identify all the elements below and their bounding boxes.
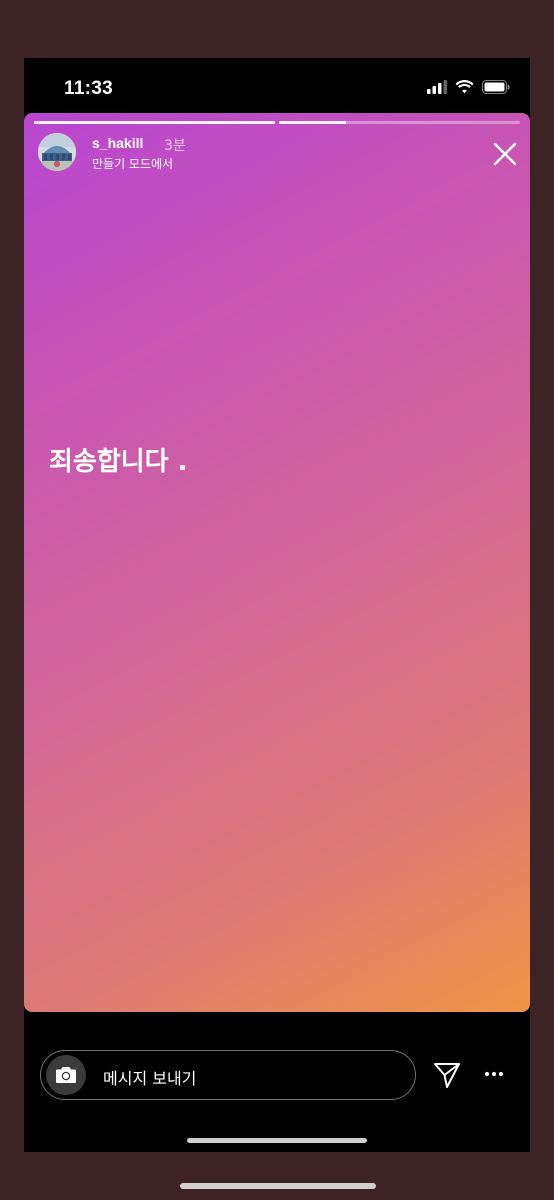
camera-icon [56, 1067, 76, 1083]
progress-segment [279, 121, 520, 124]
close-button[interactable] [490, 139, 520, 169]
outer-home-indicator [180, 1183, 376, 1189]
post-time: 3분 [164, 138, 186, 154]
reply-bar: 메시지 보내기 [24, 1048, 530, 1104]
more-button[interactable] [482, 1062, 506, 1086]
story-text: 죄송합니다 . [49, 447, 188, 477]
phone-screen: 11:33 s_hakill 3분 만들기 모드에서 죄송합니다 . 메시지 보… [24, 58, 530, 1152]
message-placeholder: 메시지 보내기 [103, 1069, 197, 1088]
story-card[interactable]: s_hakill 3분 만들기 모드에서 죄송합니다 . [24, 113, 530, 1012]
cellular-signal-icon [427, 80, 447, 94]
progress-segment [34, 121, 275, 124]
username[interactable]: s_hakill [92, 135, 143, 151]
status-icons [427, 80, 510, 94]
avatar[interactable] [38, 133, 76, 171]
story-subtitle: 만들기 모드에서 [92, 157, 174, 171]
close-icon [493, 142, 517, 166]
status-time: 11:33 [64, 78, 114, 99]
more-icon [484, 1071, 504, 1077]
progress-fill [279, 121, 347, 124]
home-indicator[interactable] [187, 1138, 367, 1143]
progress-fill [34, 121, 275, 124]
message-input[interactable]: 메시지 보내기 [40, 1050, 416, 1100]
wifi-icon [455, 80, 474, 94]
story-progress [34, 121, 520, 124]
send-icon [434, 1063, 460, 1088]
send-button[interactable] [432, 1060, 462, 1090]
camera-button[interactable] [46, 1055, 86, 1095]
status-bar: 11:33 [24, 58, 530, 116]
battery-icon [482, 80, 510, 94]
